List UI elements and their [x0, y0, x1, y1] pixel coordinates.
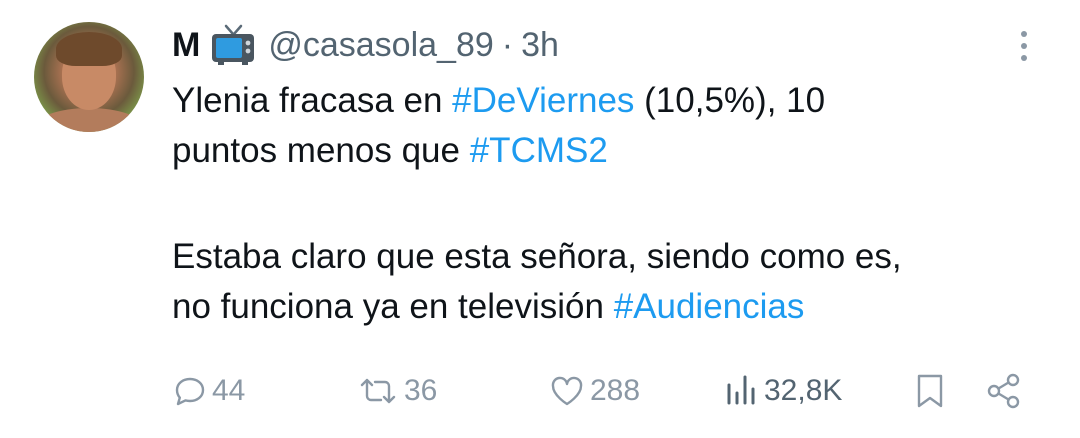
reply-button[interactable]: 44 — [172, 366, 245, 416]
views-count: 32,8K — [764, 374, 843, 407]
tweet-card[interactable]: M @casasola_89 · 3h Ylenia fracasa en #D… — [0, 0, 1080, 438]
text-segment: Ylenia fracasa en — [172, 81, 453, 120]
bar-chart-icon — [727, 375, 755, 405]
bookmark-button[interactable] — [912, 366, 948, 416]
hashtag-link[interactable]: #TCMS2 — [470, 131, 608, 170]
retweet-arrows-icon — [360, 378, 396, 404]
header-separator: · — [501, 25, 514, 64]
text-segment: no funciona ya en televisión — [172, 287, 614, 326]
author-name[interactable]: M — [172, 26, 200, 65]
like-button[interactable]: 288 — [548, 366, 640, 416]
avatar-shoulders — [34, 108, 144, 132]
views-button[interactable]: 32,8K — [724, 366, 842, 416]
text-blank-line — [172, 176, 1052, 232]
like-count: 288 — [590, 374, 641, 407]
tweet-text: Ylenia fracasa en #DeViernes (10,5%), 10… — [172, 76, 1052, 332]
text-segment: (10,5%), 10 — [634, 81, 826, 120]
share-button[interactable] — [984, 366, 1024, 416]
author-handle[interactable]: @casasola_89 — [268, 26, 493, 65]
text-segment: puntos menos que — [172, 131, 470, 170]
action-bar: 44 36 288 32,8K — [0, 366, 1080, 416]
bookmark-icon — [917, 374, 943, 408]
text-line: no funciona ya en televisión #Audiencias — [172, 282, 1052, 332]
tv-icon — [212, 24, 255, 65]
text-line: Ylenia fracasa en #DeViernes (10,5%), 10 — [172, 76, 1052, 126]
avatar[interactable] — [34, 22, 144, 132]
timestamp[interactable]: 3h — [521, 26, 559, 65]
share-icon — [987, 373, 1020, 409]
avatar-hair — [56, 32, 122, 66]
tweet-header: M @casasola_89 · 3h — [172, 20, 559, 70]
retweet-button[interactable]: 36 — [356, 366, 437, 416]
text-line: Estaba claro que esta señora, siendo com… — [172, 232, 1052, 282]
text-line: puntos menos que #TCMS2 — [172, 126, 1052, 176]
retweet-count: 36 — [404, 374, 438, 407]
hashtag-link[interactable]: #DeViernes — [452, 81, 634, 120]
heart-icon — [551, 376, 583, 406]
text-segment: Estaba claro que esta señora, siendo com… — [172, 237, 902, 276]
speech-bubble-icon — [175, 377, 205, 406]
more-vertical-icon[interactable] — [1010, 26, 1038, 66]
reply-count: 44 — [212, 374, 246, 407]
hashtag-link[interactable]: #Audiencias — [614, 287, 805, 326]
